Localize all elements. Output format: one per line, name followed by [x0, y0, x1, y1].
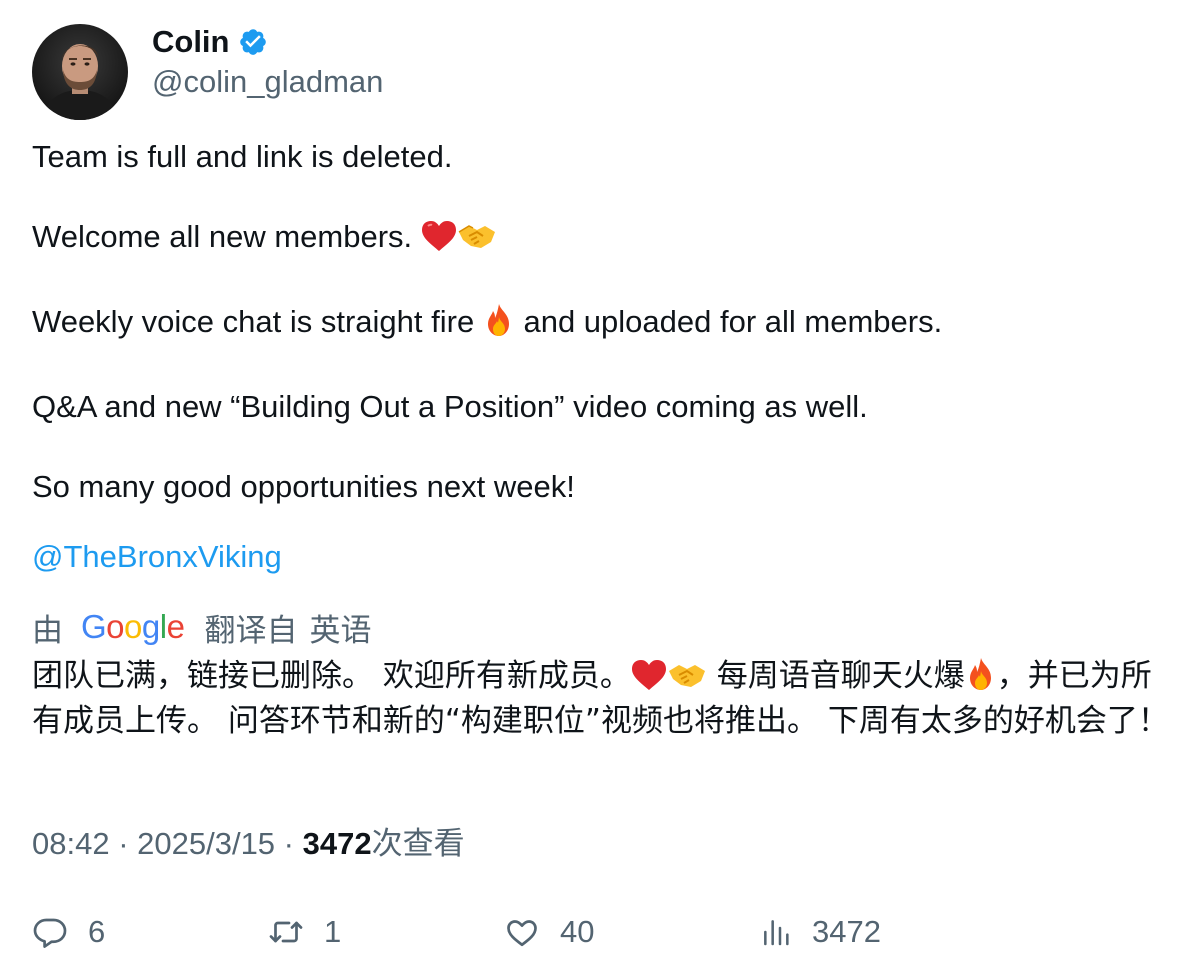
tweet-line-text: Weekly voice chat is straight fire [32, 304, 475, 339]
tweet-time[interactable]: 08:42 [32, 826, 110, 861]
verified-badge-icon [238, 27, 268, 57]
fire-icon [483, 303, 515, 347]
tweet-line: Team is full and link is deleted. [32, 137, 1172, 177]
tweet-line-text: Q&A and new “Building Out a Position” vi… [32, 389, 868, 424]
translation-prefix: 由 [32, 612, 63, 649]
action-bar: 6 1 40 3472 [0, 910, 1196, 954]
red-heart-icon [421, 220, 457, 262]
tweet-line: Welcome all new members. [32, 217, 1172, 262]
tweet-date[interactable]: 2025/3/15 [137, 826, 275, 861]
bar-chart-icon [760, 914, 792, 950]
tweet-text: Team is full and link is deleted. Welcom… [32, 137, 1172, 507]
user-handle[interactable]: @colin_gladman [152, 62, 383, 102]
mention-link[interactable]: @TheBronxViking [32, 537, 282, 577]
reply-button[interactable]: 6 [32, 910, 105, 954]
retweet-icon [268, 914, 304, 950]
translated-text-part: 团队已满，链接已删除。 欢迎所有新成员。 [32, 658, 631, 694]
tweet-line: Q&A and new “Building Out a Position” vi… [32, 387, 1172, 427]
translation-language: 英语 [309, 612, 372, 649]
tweet-meta: 08:42 · 2025/3/15 · 3472次查看 [32, 822, 465, 866]
google-logo: Google [81, 608, 185, 645]
retweet-button[interactable]: 1 [268, 910, 341, 954]
tweet-line-text: Team is full and link is deleted. [32, 139, 453, 174]
reply-count: 6 [88, 914, 106, 949]
translation-attribution: 由 Google 翻译自 英语 [32, 606, 372, 649]
like-count: 40 [560, 914, 595, 949]
meta-separator: · [275, 826, 303, 861]
tweet-line-text: So many good opportunities next week! [32, 469, 575, 504]
fire-icon [965, 657, 997, 701]
views-label: 次查看 [371, 826, 465, 862]
translated-text: 团队已满，链接已删除。 欢迎所有新成员。 每周语音聊天火爆 ，并已为所有成员上传。… [32, 656, 1172, 741]
avatar[interactable] [32, 24, 128, 120]
views-count: 3472 [302, 826, 372, 861]
tweet-header: Colin @colin_gladman [32, 24, 383, 120]
retweet-count: 1 [324, 914, 342, 949]
display-name[interactable]: Colin [152, 24, 230, 60]
tweet-line-text: Welcome all new members. [32, 219, 413, 254]
tweet-line: So many good opportunities next week! [32, 467, 1172, 507]
translation-suffix: 翻译自 [204, 612, 298, 649]
heart-icon [504, 914, 540, 950]
meta-separator: · [109, 826, 138, 861]
avatar-photo-icon [32, 24, 128, 120]
handshake-icon [667, 659, 707, 701]
views-action-count: 3472 [812, 914, 881, 949]
translated-text-part: 每周语音聊天火爆 [706, 658, 965, 694]
reply-icon [32, 914, 68, 950]
like-button[interactable]: 40 [504, 910, 594, 954]
red-heart-icon [631, 659, 667, 701]
tweet-line: Weekly voice chat is straight fire and u… [32, 302, 1172, 347]
tweet-line-text: and uploaded for all members. [523, 304, 943, 339]
handshake-icon [457, 220, 497, 262]
views-button[interactable]: 3472 [760, 910, 881, 954]
